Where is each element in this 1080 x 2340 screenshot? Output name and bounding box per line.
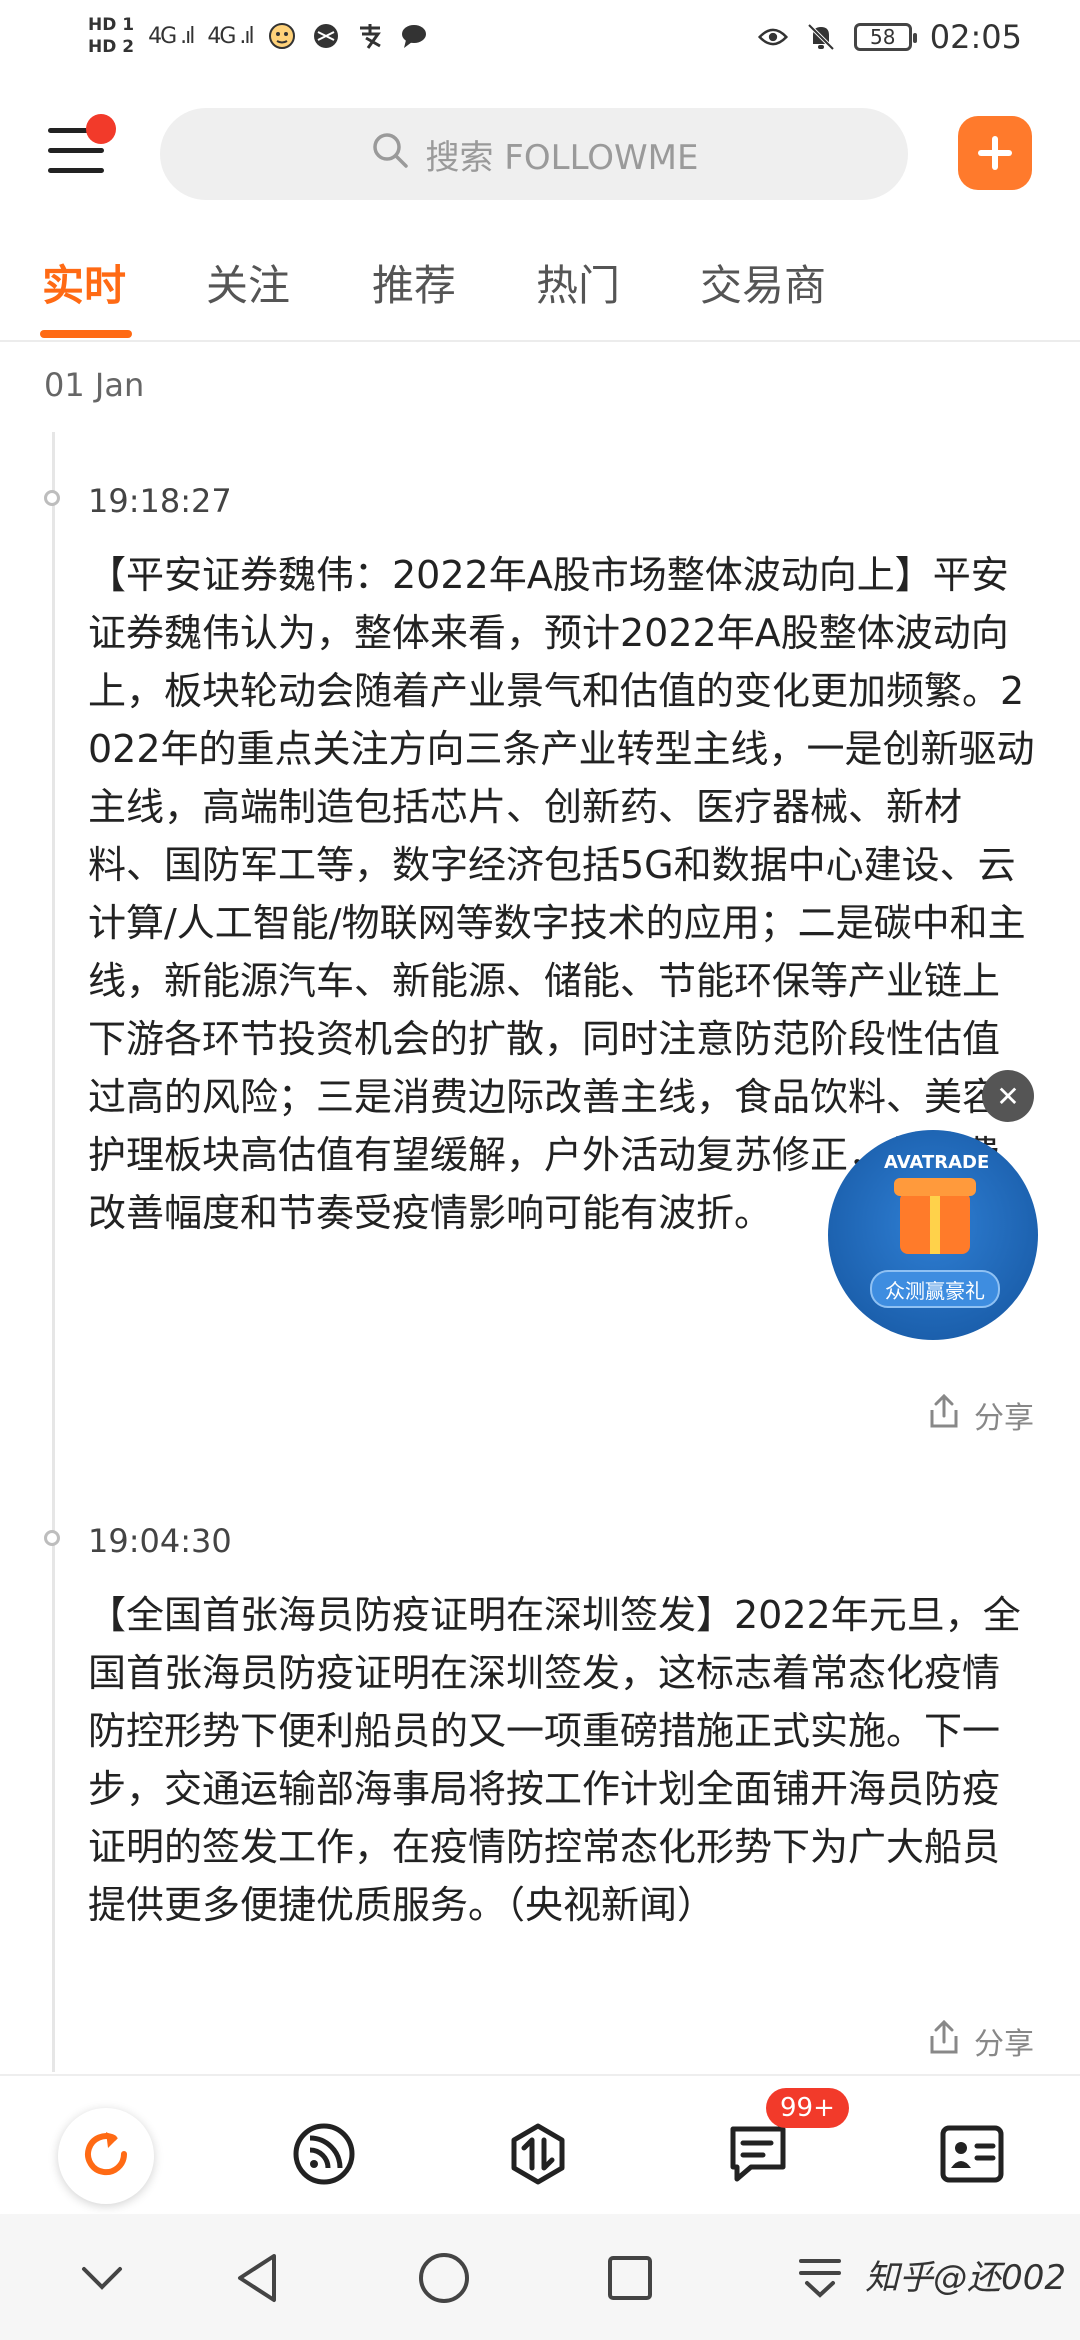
eye-icon bbox=[757, 22, 788, 52]
menu-bar-icon bbox=[48, 168, 104, 173]
ad-label: 众测赢豪礼 bbox=[870, 1270, 1000, 1308]
mute-bell-icon bbox=[806, 22, 836, 52]
share-label: 分享 bbox=[974, 2027, 1034, 2062]
avatar-icon bbox=[267, 21, 297, 51]
message-icon bbox=[727, 2123, 789, 2189]
nav-profile[interactable] bbox=[924, 2108, 1020, 2204]
recents-icon[interactable] bbox=[600, 2248, 660, 2308]
refresh-icon bbox=[76, 2124, 136, 2188]
status-bar: HD 1 HD 2 4G .ıl 4G .ıl 58 02:05 bbox=[0, 0, 1080, 82]
signal-2: 4G .ıl bbox=[207, 23, 254, 49]
menu-button[interactable] bbox=[48, 114, 116, 180]
notification-dot bbox=[86, 114, 116, 144]
status-time: 02:05 bbox=[929, 18, 1022, 56]
search-input[interactable]: 搜索 FOLLOWME bbox=[160, 108, 908, 200]
status-left: HD 1 HD 2 4G .ıl 4G .ıl bbox=[88, 14, 429, 58]
share-button[interactable]: 分享 bbox=[926, 2018, 1034, 2064]
gift-icon bbox=[894, 1178, 976, 1254]
share-icon bbox=[926, 1392, 962, 1438]
nav-refresh[interactable] bbox=[58, 2108, 154, 2204]
nav-feed[interactable] bbox=[276, 2108, 372, 2204]
timeline-dot bbox=[44, 1530, 60, 1546]
hd-indicator: HD 1 HD 2 bbox=[88, 14, 134, 58]
tab-hot[interactable]: 热门 bbox=[536, 252, 620, 313]
close-icon[interactable]: ✕ bbox=[982, 1070, 1034, 1122]
news-text[interactable]: 【全国首张海员防疫证明在深圳签发】2022年元旦，全国首张海员防疫证明在深圳签发… bbox=[88, 1586, 1036, 1934]
news-time: 19:18:27 bbox=[88, 482, 232, 520]
back-icon[interactable] bbox=[228, 2248, 288, 2308]
tab-realtime[interactable]: 实时 bbox=[42, 252, 126, 313]
search-icon bbox=[370, 130, 410, 179]
system-nav-bar: 知乎@还002 bbox=[0, 2214, 1080, 2340]
share-label: 分享 bbox=[974, 1401, 1034, 1436]
tab-follow[interactable]: 关注 bbox=[206, 252, 290, 313]
tab-indicator bbox=[40, 330, 132, 338]
alipay-icon bbox=[355, 21, 385, 51]
feed-date: 01 Jan bbox=[44, 366, 145, 404]
status-right: 58 02:05 bbox=[757, 18, 1022, 56]
timeline-dot bbox=[44, 490, 60, 506]
hd-1: HD 1 bbox=[88, 15, 135, 35]
divider bbox=[0, 340, 1080, 342]
browser-icon bbox=[311, 21, 341, 51]
notification-pull-icon[interactable] bbox=[790, 2248, 850, 2308]
nav-trade[interactable] bbox=[490, 2108, 586, 2204]
ad-brand: AVATRADE bbox=[884, 1152, 990, 1173]
battery-indicator: 58 bbox=[853, 23, 917, 51]
timeline-line bbox=[52, 432, 55, 2072]
add-button[interactable] bbox=[958, 116, 1032, 190]
menu-bar-icon bbox=[48, 148, 104, 153]
trade-icon bbox=[506, 2122, 570, 2190]
chevron-down-icon[interactable] bbox=[72, 2248, 132, 2308]
hd-2: HD 2 bbox=[88, 37, 135, 57]
share-icon bbox=[926, 2018, 962, 2064]
signal-1: 4G .ıl bbox=[148, 23, 195, 49]
watermark: 知乎@还002 bbox=[865, 2258, 1066, 2298]
bottom-nav bbox=[0, 2074, 1080, 2216]
message-icon bbox=[399, 21, 429, 51]
share-button[interactable]: 分享 bbox=[926, 1392, 1034, 1438]
search-placeholder: 搜索 FOLLOWME bbox=[425, 137, 699, 178]
tab-brokers[interactable]: 交易商 bbox=[700, 252, 826, 313]
message-badge: 99+ bbox=[766, 2088, 849, 2128]
home-icon[interactable] bbox=[414, 2248, 474, 2308]
tab-recommend[interactable]: 推荐 bbox=[372, 252, 456, 313]
tab-bar: 实时 关注 推荐 热门 交易商 bbox=[0, 252, 1080, 342]
profile-card-icon bbox=[939, 2124, 1005, 2188]
feed-icon bbox=[292, 2122, 356, 2190]
news-time: 19:04:30 bbox=[88, 1522, 232, 1560]
promo-float-ad[interactable]: AVATRADE 众测赢豪礼 bbox=[828, 1130, 1038, 1340]
